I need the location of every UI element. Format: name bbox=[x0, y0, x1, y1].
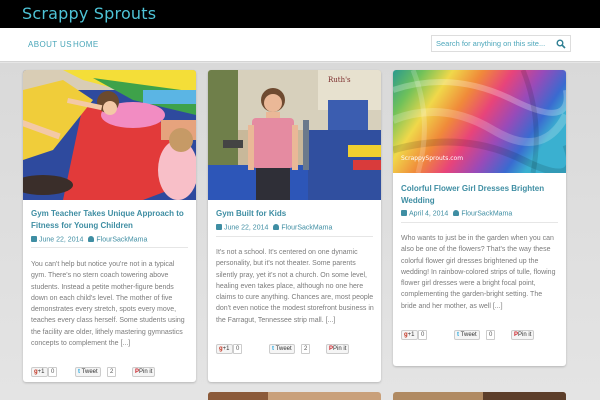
post-image[interactable]: ScrappySprouts.com bbox=[393, 70, 566, 173]
calendar-icon bbox=[31, 236, 37, 242]
google-plus-count: 0 bbox=[48, 367, 58, 377]
post-date: June 22, 2014 bbox=[224, 224, 269, 232]
search-box bbox=[431, 35, 571, 52]
post-card: Gym Teacher Takes Unique Approach to Fit… bbox=[23, 70, 196, 382]
post-title[interactable]: Gym Built for Kids bbox=[216, 208, 376, 220]
post-card: Ruth's Gym Built for Kids June 22, 2014 F… bbox=[208, 70, 381, 382]
divider bbox=[216, 236, 373, 237]
calendar-icon bbox=[216, 224, 222, 230]
post-date: April 4, 2014 bbox=[409, 210, 449, 218]
nav-item-home[interactable]: HOME bbox=[73, 40, 99, 49]
post-meta: June 22, 2014 FlourSackMama bbox=[31, 236, 147, 244]
search-input[interactable] bbox=[436, 37, 556, 50]
post-image[interactable]: Ruth's bbox=[208, 70, 381, 200]
post-meta: April 4, 2014 FlourSackMama bbox=[401, 210, 512, 218]
pin-it-button[interactable]: PPin it bbox=[326, 344, 350, 354]
post-author[interactable]: FlourSackMama bbox=[461, 211, 512, 218]
post-excerpt: Who wants to just be in the garden when … bbox=[401, 235, 556, 310]
post-excerpt: It's not a school. It's centered on one … bbox=[216, 249, 374, 324]
post-title[interactable]: Colorful Flower Girl Dresses Brighten We… bbox=[401, 183, 561, 207]
tweet-button[interactable]: t Tweet bbox=[75, 367, 101, 377]
tweet-count: 2 bbox=[107, 367, 117, 377]
calendar-icon bbox=[401, 210, 407, 216]
user-icon bbox=[453, 210, 460, 216]
post-image[interactable] bbox=[23, 70, 196, 200]
nav-item-about-us[interactable]: ABOUT US bbox=[28, 40, 72, 49]
post-excerpt: You can't help but notice you're not in … bbox=[31, 261, 185, 348]
image-watermark: ScrappySprouts.com bbox=[401, 155, 464, 162]
tweet-button[interactable]: t Tweet bbox=[454, 330, 480, 340]
svg-text:Ruth's: Ruth's bbox=[328, 76, 351, 84]
post-author[interactable]: FlourSackMama bbox=[96, 237, 147, 244]
post-title[interactable]: Gym Teacher Takes Unique Approach to Fit… bbox=[31, 208, 191, 232]
pin-it-button[interactable]: PPin it bbox=[511, 330, 535, 340]
top-bar: Scrappy Sprouts bbox=[0, 0, 600, 28]
post-meta: June 22, 2014 FlourSackMama bbox=[216, 224, 332, 232]
google-plus-count: 0 bbox=[418, 330, 428, 340]
site-title[interactable]: Scrappy Sprouts bbox=[22, 4, 156, 23]
tweet-button[interactable]: t Tweet bbox=[269, 344, 295, 354]
post-card-partial bbox=[208, 392, 381, 400]
tweet-count: 2 bbox=[301, 344, 311, 354]
google-plus-button[interactable]: g+1 bbox=[216, 344, 233, 354]
google-plus-button[interactable]: g+1 bbox=[401, 330, 418, 340]
post-card: ScrappySprouts.com Colorful Flower Girl … bbox=[393, 70, 566, 366]
google-plus-button[interactable]: g+1 bbox=[31, 367, 48, 377]
divider bbox=[401, 222, 558, 223]
post-card-partial bbox=[393, 392, 566, 400]
post-author[interactable]: FlourSackMama bbox=[281, 225, 332, 232]
google-plus-count: 0 bbox=[233, 344, 243, 354]
divider bbox=[31, 247, 188, 248]
pin-it-button[interactable]: PPin it bbox=[132, 367, 156, 377]
post-date: June 22, 2014 bbox=[39, 236, 84, 244]
user-icon bbox=[273, 224, 280, 230]
user-icon bbox=[88, 236, 95, 242]
search-icon[interactable] bbox=[556, 39, 566, 49]
tweet-count: 0 bbox=[486, 330, 496, 340]
